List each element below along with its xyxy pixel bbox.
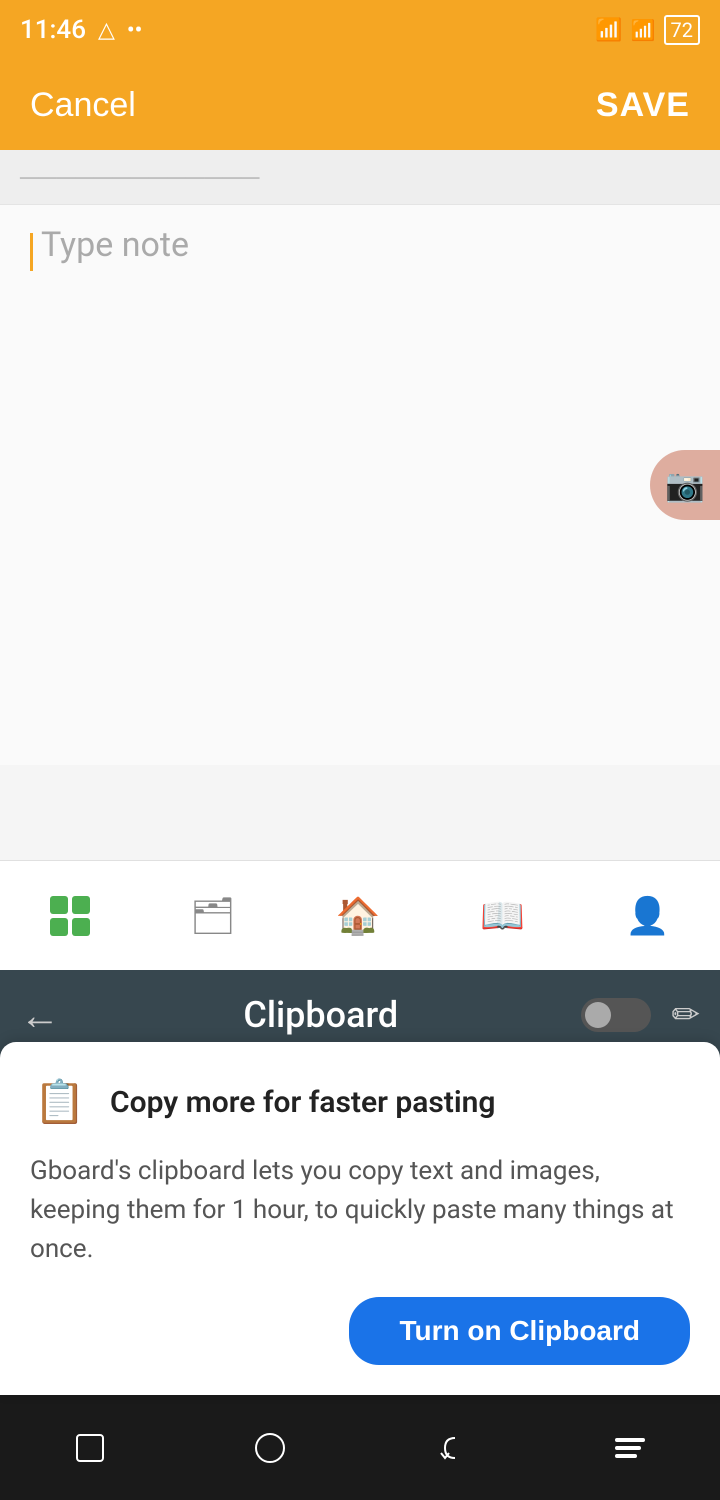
back-arrow-icon bbox=[435, 1433, 465, 1463]
nav-item-home[interactable]: 🏠 bbox=[326, 885, 391, 947]
nav-item-clipboard[interactable]: 🗂 bbox=[180, 885, 246, 947]
keyboard-icon bbox=[615, 1438, 645, 1458]
book-nav-icon: 📖 bbox=[480, 895, 525, 937]
home-nav-icon: 🏠 bbox=[336, 895, 381, 937]
back-button[interactable] bbox=[425, 1423, 475, 1473]
clipboard-nav-icon: 🗂 bbox=[190, 895, 236, 937]
keyboard-back-button[interactable]: ← bbox=[20, 992, 60, 1039]
keyboard-switch-button[interactable] bbox=[605, 1423, 655, 1473]
status-right: 📶 📶 72 bbox=[595, 15, 700, 45]
cancel-button[interactable]: Cancel bbox=[30, 86, 136, 125]
dots-icon: •• bbox=[127, 18, 142, 43]
card-header: 📋 Copy more for faster pasting bbox=[30, 1072, 690, 1132]
signal-icon: 📶 bbox=[595, 18, 622, 43]
text-cursor bbox=[30, 233, 33, 271]
nav-item-profile[interactable]: 👤 bbox=[615, 885, 680, 947]
recent-apps-button[interactable] bbox=[65, 1423, 115, 1473]
status-left: 11:46 △ •• bbox=[20, 15, 142, 45]
system-nav-bar bbox=[0, 1395, 720, 1500]
signal-icon-2: 📶 bbox=[631, 18, 656, 42]
app-bottom-nav: 🗂 🏠 📖 👤 bbox=[0, 860, 720, 970]
keyboard-header-right: ✏ bbox=[581, 995, 700, 1035]
profile-nav-icon: 👤 bbox=[625, 895, 670, 937]
card-title: Copy more for faster pasting bbox=[110, 1085, 496, 1120]
clipboard-card-icon: 📋 bbox=[30, 1072, 90, 1132]
save-button[interactable]: SAVE bbox=[596, 86, 690, 125]
nav-item-book[interactable]: 📖 bbox=[470, 885, 535, 947]
clipboard-popup-card: 📋 Copy more for faster pasting Gboard's … bbox=[0, 1042, 720, 1395]
turn-on-clipboard-button[interactable]: Turn on Clipboard bbox=[349, 1297, 690, 1365]
card-actions: Turn on Clipboard bbox=[30, 1297, 690, 1365]
title-blur: ───────────── bbox=[20, 162, 259, 193]
toggle-thumb bbox=[585, 1002, 611, 1028]
note-placeholder: Type note bbox=[41, 225, 189, 265]
keyboard-clipboard-title: Clipboard bbox=[243, 994, 398, 1036]
card-body: Gboard's clipboard lets you copy text an… bbox=[30, 1152, 690, 1269]
home-button[interactable] bbox=[245, 1423, 295, 1473]
note-area[interactable]: Type note bbox=[0, 205, 720, 765]
battery-display: 72 bbox=[664, 15, 700, 45]
grid-icon bbox=[50, 896, 90, 936]
title-bar: ───────────── bbox=[0, 150, 720, 205]
notification-icon: △ bbox=[98, 18, 115, 43]
recent-icon bbox=[76, 1434, 104, 1462]
floating-camera-button[interactable]: 📷 bbox=[650, 450, 720, 520]
clipboard-toggle[interactable] bbox=[581, 998, 651, 1032]
home-circle-icon bbox=[255, 1433, 285, 1463]
action-bar: Cancel SAVE bbox=[0, 60, 720, 150]
time-display: 11:46 bbox=[20, 15, 86, 45]
nav-item-grid[interactable] bbox=[40, 886, 100, 946]
keyboard-edit-button[interactable]: ✏ bbox=[671, 995, 700, 1035]
status-bar: 11:46 △ •• 📶 📶 72 bbox=[0, 0, 720, 60]
camera-icon: 📷 bbox=[665, 466, 705, 504]
